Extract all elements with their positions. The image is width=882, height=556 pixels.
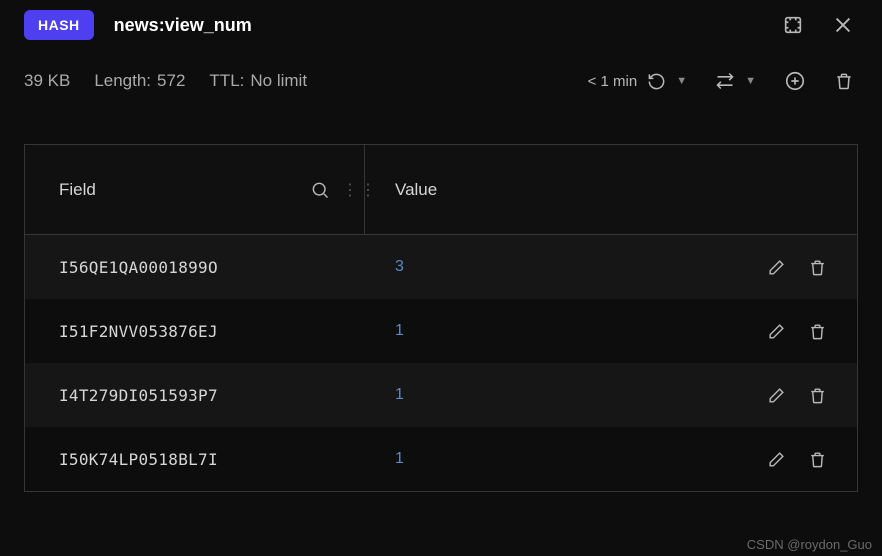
ttl-item: TTL: No limit bbox=[209, 71, 307, 91]
cell-value: 3 bbox=[365, 258, 857, 277]
header-right bbox=[782, 14, 854, 36]
ttl-label: TTL: bbox=[209, 71, 244, 91]
chevron-down-icon: ▼ bbox=[745, 75, 756, 87]
meta-row: 39 KB Length: 572 TTL: No limit < 1 min … bbox=[0, 40, 882, 104]
length-label: Length: bbox=[94, 71, 151, 91]
table-row[interactable]: I4T279DI051593P7 1 bbox=[25, 363, 857, 427]
refresh-icon bbox=[647, 72, 666, 91]
header-left: HASH news:view_num bbox=[24, 10, 252, 40]
field-header-label: Field bbox=[59, 180, 96, 200]
delete-icon[interactable] bbox=[808, 450, 827, 469]
cell-value: 1 bbox=[365, 450, 857, 469]
refresh-age: < 1 min bbox=[588, 73, 638, 90]
cell-field: I4T279DI051593P7 bbox=[25, 386, 365, 405]
edit-icon[interactable] bbox=[767, 386, 786, 405]
value-header-label: Value bbox=[395, 180, 437, 199]
length-item: Length: 572 bbox=[94, 71, 185, 91]
delete-icon[interactable] bbox=[808, 258, 827, 277]
delete-icon[interactable] bbox=[808, 322, 827, 341]
table-header: Field ⋮⋮ Value bbox=[25, 145, 857, 235]
edit-icon[interactable] bbox=[767, 322, 786, 341]
value-text: 1 bbox=[395, 386, 404, 404]
meta-left: 39 KB Length: 572 TTL: No limit bbox=[24, 71, 307, 91]
delete-icon[interactable] bbox=[808, 386, 827, 405]
sync-icon bbox=[715, 71, 735, 91]
delete-key-button[interactable] bbox=[834, 71, 854, 91]
column-header-field: Field ⋮⋮ bbox=[25, 145, 365, 234]
row-actions bbox=[767, 450, 827, 469]
row-actions bbox=[767, 322, 827, 341]
fullscreen-icon[interactable] bbox=[782, 14, 804, 36]
value-text: 1 bbox=[395, 322, 404, 340]
type-badge: HASH bbox=[24, 10, 94, 40]
meta-right: < 1 min ▼ ▼ bbox=[588, 70, 854, 92]
table-row[interactable]: I50K74LP0518BL7I 1 bbox=[25, 427, 857, 491]
cell-field: I51F2NVV053876EJ bbox=[25, 322, 365, 341]
table-row[interactable]: I51F2NVV053876EJ 1 bbox=[25, 299, 857, 363]
close-icon[interactable] bbox=[832, 14, 854, 36]
cell-field: I56QE1QA0001899O bbox=[25, 258, 365, 277]
table-body: I56QE1QA0001899O3I51F2NVV053876EJ1I4T279… bbox=[25, 235, 857, 491]
size-value: 39 KB bbox=[24, 71, 70, 91]
edit-icon[interactable] bbox=[767, 450, 786, 469]
cell-value: 1 bbox=[365, 386, 857, 405]
column-header-value: Value bbox=[365, 180, 857, 200]
table-row[interactable]: I56QE1QA0001899O 3 bbox=[25, 235, 857, 299]
length-value: 572 bbox=[157, 71, 185, 91]
data-table: Field ⋮⋮ Value I56QE1QA0001899O 3 I51F2NVV… bbox=[24, 144, 858, 492]
add-button[interactable] bbox=[784, 70, 806, 92]
search-icon[interactable] bbox=[310, 180, 330, 200]
chevron-down-icon: ▼ bbox=[676, 75, 687, 87]
sync-group[interactable]: ▼ bbox=[715, 71, 756, 91]
cell-value: 1 bbox=[365, 322, 857, 341]
value-text: 1 bbox=[395, 450, 404, 468]
column-resize-handle[interactable]: ⋮⋮ bbox=[342, 180, 378, 200]
row-actions bbox=[767, 386, 827, 405]
cell-field: I50K74LP0518BL7I bbox=[25, 450, 365, 469]
refresh-group[interactable]: < 1 min ▼ bbox=[588, 72, 688, 91]
row-actions bbox=[767, 258, 827, 277]
watermark: CSDN @roydon_Guo bbox=[747, 537, 872, 552]
header-bar: HASH news:view_num bbox=[0, 0, 882, 40]
edit-icon[interactable] bbox=[767, 258, 786, 277]
ttl-value: No limit bbox=[250, 71, 307, 91]
value-text: 3 bbox=[395, 258, 404, 276]
key-name: news:view_num bbox=[114, 15, 252, 36]
